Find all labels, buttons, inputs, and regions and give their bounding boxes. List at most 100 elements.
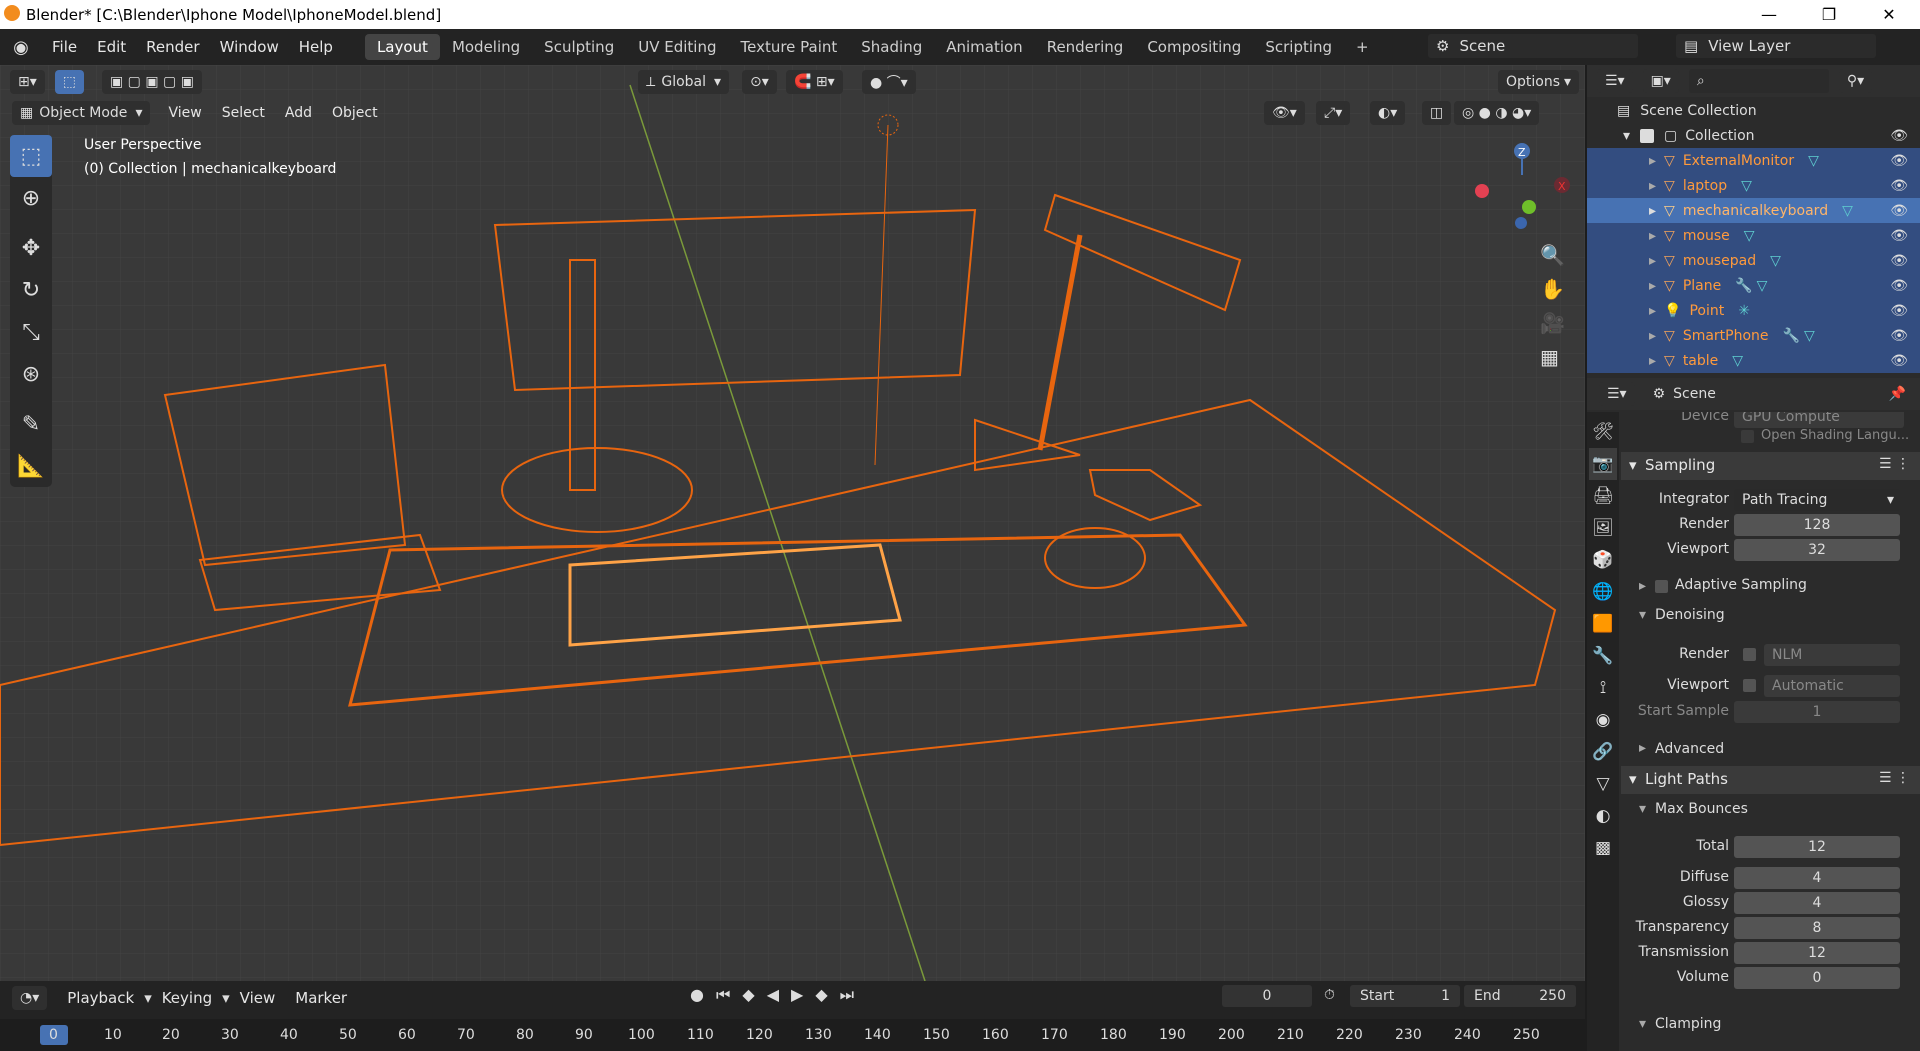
denoise-render-dropdown[interactable]: NLM <box>1764 644 1900 666</box>
outliner-item-externalmonitor[interactable]: ▸ ▽ ExternalMonitor ▽ 👁 <box>1587 148 1920 173</box>
next-keyframe-icon[interactable]: ◆ <box>815 985 827 1005</box>
move-tool-icon[interactable]: ✥ <box>10 227 52 269</box>
eye-icon[interactable]: 👁 <box>1890 278 1908 294</box>
blender-menu-icon[interactable]: ◉ <box>0 37 42 58</box>
chevron-right-icon[interactable]: ▸ <box>1649 228 1656 244</box>
pan-hand-icon[interactable]: ✋ <box>1540 277 1565 301</box>
view-layer-tab-icon[interactable]: 🖼 <box>1589 512 1617 544</box>
physics-tab-icon[interactable]: ◉ <box>1589 704 1617 736</box>
timeline-menu-marker[interactable]: Marker <box>285 989 357 1007</box>
tab-scripting[interactable]: Scripting <box>1253 34 1344 60</box>
total-bounces-field[interactable]: 12 <box>1734 836 1900 858</box>
outliner-item-mouse[interactable]: ▸ ▽ mouse ▽ 👁 <box>1587 223 1920 248</box>
tab-rendering[interactable]: Rendering <box>1035 34 1136 60</box>
outliner-search-field[interactable]: ⌕ <box>1688 69 1829 93</box>
filter-icon[interactable]: ⚲▾ <box>1838 69 1873 93</box>
denoise-viewport-dropdown[interactable]: Automatic <box>1764 675 1900 697</box>
chevron-down-icon[interactable]: ▾ <box>1639 1016 1646 1032</box>
transmission-bounces-field[interactable]: 12 <box>1734 942 1900 964</box>
eye-icon[interactable]: 👁 <box>1890 253 1908 269</box>
chevron-down-icon[interactable]: ▾ <box>1639 801 1646 817</box>
render-tab-icon[interactable]: 📷 <box>1589 448 1617 480</box>
presets-list-icon[interactable]: ☰ ⋮ <box>1879 770 1910 786</box>
annotate-tool-icon[interactable]: ✎ <box>10 403 52 445</box>
tab-compositing[interactable]: Compositing <box>1135 34 1253 60</box>
outliner-item-smartphone[interactable]: ▸ ▽ SmartPhone 🔧 ▽ 👁 <box>1587 323 1920 348</box>
chevron-right-icon[interactable]: ▸ <box>1639 740 1646 756</box>
outliner-item-point[interactable]: ▸ 💡 Point ✳ 👁 <box>1587 298 1920 323</box>
eye-icon[interactable]: 👁 <box>1890 328 1908 344</box>
output-tab-icon[interactable]: 🖨 <box>1589 480 1617 512</box>
render-samples-field[interactable]: 128 <box>1734 514 1900 536</box>
tab-sculpting[interactable]: Sculpting <box>532 34 626 60</box>
outliner-item-table[interactable]: ▸ ▽ table ▽ 👁 <box>1587 348 1920 373</box>
tab-shading[interactable]: Shading <box>849 34 934 60</box>
menu-file[interactable]: File <box>42 38 87 56</box>
properties-editor-icon[interactable]: ☰▾ <box>1599 382 1635 406</box>
integrator-dropdown[interactable]: Path Tracing ▾ <box>1734 489 1900 511</box>
presets-list-icon[interactable]: ☰ ⋮ <box>1879 456 1910 472</box>
zoom-icon[interactable]: 🔍 <box>1540 243 1565 267</box>
gizmo-neg-x[interactable] <box>1475 184 1489 198</box>
chevron-right-icon[interactable]: ▸ <box>1639 578 1646 594</box>
frame-ruler[interactable]: 0 10 20 30 40 50 60 70 80 90 100 110 120… <box>0 1019 1585 1051</box>
editor-type-icon[interactable]: ⊞▾ <box>10 70 45 94</box>
outliner-item-laptop[interactable]: ▸ ▽ laptop ▽ 👁 <box>1587 173 1920 198</box>
record-icon[interactable]: ● <box>690 985 704 1005</box>
vp-menu-view[interactable]: View <box>158 105 211 121</box>
light-paths-panel-header[interactable]: ▾ Light Paths ☰ ⋮ <box>1621 766 1920 794</box>
timeline[interactable]: ◔▾ Playback ▾ Keying ▾ View Marker ● ⏮ ◆… <box>0 981 1585 1051</box>
end-frame-field[interactable]: End 250 <box>1464 985 1576 1007</box>
transform-tool-icon[interactable]: ⊛ <box>10 353 52 395</box>
eye-icon[interactable]: 👁 <box>1890 303 1908 319</box>
world-tab-icon[interactable]: 🌐 <box>1589 576 1617 608</box>
transparency-bounces-field[interactable]: 8 <box>1734 917 1900 939</box>
denoise-viewport-checkbox[interactable] <box>1743 679 1756 692</box>
chevron-down-icon[interactable]: ▾ <box>1639 607 1646 623</box>
eye-icon[interactable]: 👁 <box>1890 178 1908 194</box>
eye-icon[interactable]: 👁 <box>1890 203 1908 219</box>
outliner-scene-collection[interactable]: ▤ Scene Collection <box>1587 98 1920 123</box>
eye-icon[interactable]: 👁 <box>1890 228 1908 244</box>
visibility-icon[interactable]: 👁▾ <box>1264 101 1305 125</box>
play-reverse-icon[interactable]: ◀ <box>767 985 779 1005</box>
overlays-icon[interactable]: ◐▾ <box>1370 101 1406 125</box>
jump-end-icon[interactable]: ⏭ <box>840 985 854 1005</box>
viewport-canvas[interactable]: Z X <box>0 65 1585 981</box>
denoise-render-checkbox[interactable] <box>1743 648 1756 661</box>
eye-icon[interactable]: 👁 <box>1890 353 1908 369</box>
eye-icon[interactable]: 👁 <box>1890 128 1908 144</box>
outliner-item-plane[interactable]: ▸ ▽ Plane 🔧 ▽ 👁 <box>1587 273 1920 298</box>
current-frame-field[interactable]: 0 <box>1222 985 1312 1007</box>
mode-selector[interactable]: ▦ Object Mode ▾ <box>12 101 151 125</box>
proportional-edit-icon[interactable]: ● ⌒▾ <box>862 70 916 94</box>
add-workspace-button[interactable]: + <box>1344 34 1381 60</box>
modifier-tab-icon[interactable]: 🔧 <box>1589 640 1617 672</box>
start-sample-field[interactable]: 1 <box>1734 701 1900 723</box>
jump-start-icon[interactable]: ⏮ <box>716 985 730 1005</box>
select-mode-icons[interactable]: ▣ ▢ ▣ ▢ ▣ <box>102 70 202 94</box>
shading-modes-icon[interactable]: ◎ ● ◑ ◕▾ <box>1454 101 1540 125</box>
particles-tab-icon[interactable]: ⟟ <box>1589 672 1617 704</box>
timeline-menu-view[interactable]: View <box>230 989 286 1007</box>
prev-keyframe-icon[interactable]: ◆ <box>742 985 754 1005</box>
select-tool-icon[interactable]: ⬚ <box>54 70 84 94</box>
chevron-right-icon[interactable]: ▸ <box>1649 203 1656 219</box>
chevron-right-icon[interactable]: ▸ <box>1649 353 1656 369</box>
chevron-right-icon[interactable]: ▸ <box>1649 178 1656 194</box>
chevron-right-icon[interactable]: ▸ <box>1649 303 1656 319</box>
rotate-tool-icon[interactable]: ↻ <box>10 269 52 311</box>
menu-edit[interactable]: Edit <box>87 38 136 56</box>
3d-viewport[interactable]: Z X ⊞▾ ⬚ ▣ ▢ ▣ ▢ ▣ ⟂ Global ▾ ⊙▾ 🧲 ⊞▾ ● … <box>0 65 1585 981</box>
outliner-item-mousepad[interactable]: ▸ ▽ mousepad ▽ 👁 <box>1587 248 1920 273</box>
scale-tool-icon[interactable]: ⤡ <box>10 311 52 353</box>
collection-checkbox[interactable] <box>1640 128 1655 143</box>
menu-window[interactable]: Window <box>210 38 289 56</box>
glossy-bounces-field[interactable]: 4 <box>1734 892 1900 914</box>
timeline-menu-keying[interactable]: Keying <box>152 989 222 1007</box>
adaptive-sampling-checkbox[interactable] <box>1655 580 1668 593</box>
outliner-collection[interactable]: ▾ ▢ Collection 👁 <box>1587 123 1920 148</box>
timeline-editor-icon[interactable]: ◔▾ <box>12 986 48 1010</box>
camera-view-icon[interactable]: 🎥 <box>1540 311 1565 335</box>
select-box-tool-icon[interactable]: ⬚ <box>10 135 52 177</box>
